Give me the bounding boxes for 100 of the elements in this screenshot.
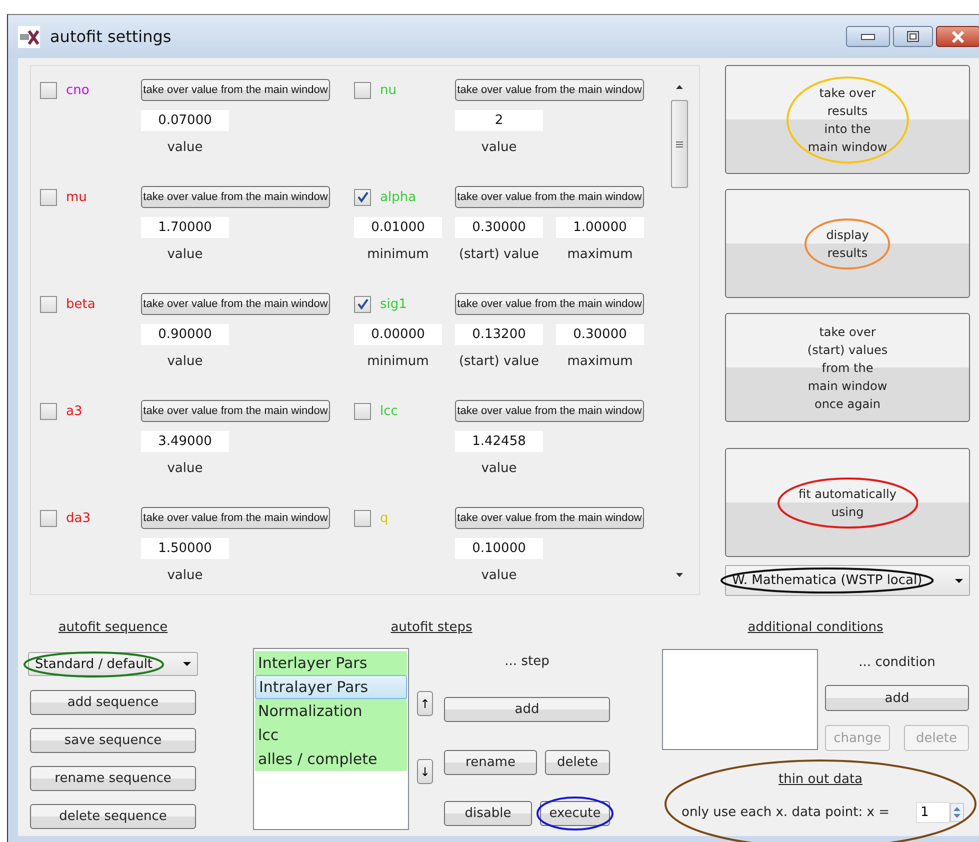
value-field[interactable]: 0.90000: [141, 324, 229, 345]
checkbox[interactable]: [354, 188, 371, 206]
take-over-button[interactable]: take over value from the main window: [141, 293, 330, 315]
checkbox[interactable]: [40, 82, 57, 98]
caption: ... step: [504, 653, 550, 671]
parameter-name: mu: [66, 190, 87, 204]
section-heading: autofit sequence: [57, 619, 169, 637]
maximize-icon: [907, 31, 919, 42]
take-over-button[interactable]: take over value from the main window: [141, 186, 330, 208]
dropdown-arrow-icon: [955, 578, 963, 582]
section-heading: additional conditions: [746, 619, 884, 637]
field-label: value: [480, 140, 518, 155]
take-over-button[interactable]: take over value from the main window: [141, 507, 330, 529]
sequence-button[interactable]: delete sequence: [30, 804, 196, 829]
field-label: minimum: [366, 247, 430, 262]
step-button[interactable]: execute: [540, 801, 610, 826]
checkmark-icon: [356, 191, 368, 203]
value-field[interactable]: 0.10000: [455, 538, 543, 559]
minimize-icon: [861, 34, 875, 40]
field-label: (start) value: [458, 354, 540, 369]
dropdown-arrow-icon: [183, 662, 191, 666]
number-field[interactable]: 1: [916, 802, 950, 823]
field-label: value: [480, 568, 518, 583]
step-button[interactable]: delete: [545, 750, 610, 775]
close-icon: [951, 30, 965, 42]
parameter-name: nu: [380, 82, 396, 98]
value-field[interactable]: 1.00000: [556, 217, 644, 238]
field-label: maximum: [566, 354, 634, 369]
field-label: value: [166, 568, 204, 583]
move-down-button[interactable]: ↓: [417, 759, 433, 784]
action-button[interactable]: fit automatically using: [725, 448, 970, 557]
list-item[interactable]: Interlayer Pars: [255, 651, 407, 675]
field-label: value: [480, 461, 518, 476]
app-icon: [18, 26, 40, 48]
minimize-button[interactable]: [846, 26, 890, 47]
parameter-name: q: [380, 510, 388, 526]
checkmark-icon: [356, 298, 368, 310]
field-label: value: [166, 354, 204, 369]
checkbox[interactable]: [40, 188, 57, 206]
condition-button[interactable]: add: [825, 685, 969, 711]
sequence-button[interactable]: save sequence: [30, 728, 196, 753]
value-field[interactable]: 1.50000: [141, 538, 229, 559]
value-field[interactable]: 0.30000: [556, 324, 644, 345]
scroll-up-icon: [676, 85, 682, 89]
take-over-button[interactable]: take over value from the main window: [141, 400, 330, 422]
parameter-name: sig1: [380, 296, 407, 312]
list-item[interactable]: alles / complete: [255, 747, 407, 771]
parameter-name: da3: [66, 510, 90, 526]
step-button[interactable]: disable: [444, 801, 532, 826]
checkbox[interactable]: [354, 402, 371, 420]
take-over-button[interactable]: take over value from the main window: [455, 186, 644, 208]
parameter-name: cno: [66, 82, 90, 98]
parameter-name: alpha: [380, 190, 416, 204]
checkbox[interactable]: [354, 510, 371, 526]
action-button[interactable]: take over (start) values from the main window once again: [725, 313, 970, 422]
value-field[interactable]: 1.42458: [455, 431, 543, 452]
value-field[interactable]: 0.07000: [141, 110, 229, 131]
value-field[interactable]: 0.00000: [354, 324, 442, 345]
checkbox[interactable]: [354, 82, 371, 98]
checkbox[interactable]: [40, 296, 57, 312]
value-field[interactable]: 0.30000: [455, 217, 543, 238]
take-over-button[interactable]: take over value from the main window: [455, 507, 644, 529]
move-up-button[interactable]: ↑: [417, 691, 433, 716]
action-button[interactable]: display results: [725, 189, 970, 298]
take-over-button[interactable]: take over value from the main window: [455, 400, 644, 422]
parameter-name: beta: [66, 296, 96, 312]
spinner-arrows-icon: [950, 803, 964, 822]
list-item[interactable]: Normalization: [255, 699, 407, 723]
value-field[interactable]: 1.70000: [141, 217, 229, 238]
value-field[interactable]: 3.49000: [141, 431, 229, 452]
field-label: value: [166, 461, 204, 476]
maximize-button[interactable]: [893, 26, 933, 47]
scroll-down-icon: [676, 573, 682, 577]
close-button[interactable]: [936, 26, 979, 47]
checkbox[interactable]: [40, 402, 57, 420]
parameter-name: a3: [66, 404, 82, 418]
field-label: only use each x. data point: x =: [681, 805, 890, 820]
value-field[interactable]: 0.01000: [354, 217, 442, 238]
step-button[interactable]: rename: [444, 750, 537, 775]
sequence-button[interactable]: rename sequence: [30, 766, 196, 791]
value-field[interactable]: 0.13200: [455, 324, 543, 345]
take-over-button[interactable]: take over value from the main window: [455, 293, 644, 315]
caption: ... condition: [858, 654, 936, 672]
field-label: (start) value: [458, 247, 540, 262]
action-button[interactable]: take over results into the main window: [725, 65, 970, 174]
sequence-button[interactable]: add sequence: [30, 690, 196, 715]
field-label: minimum: [366, 354, 430, 369]
take-over-button[interactable]: take over value from the main window: [455, 79, 644, 101]
checkbox[interactable]: [40, 510, 57, 526]
section-heading: thin out data: [778, 771, 863, 789]
checkbox[interactable]: [354, 296, 371, 312]
grip-icon: [676, 140, 683, 148]
scroll-thumb[interactable]: [671, 100, 688, 188]
field-label: value: [166, 247, 204, 262]
list-item[interactable]: Intralayer Pars: [255, 675, 407, 699]
take-over-button[interactable]: take over value from the main window: [141, 79, 330, 101]
value-field[interactable]: 2: [455, 110, 543, 131]
step-button[interactable]: add: [444, 697, 610, 722]
window-title: autofit settings: [50, 27, 172, 46]
list-item[interactable]: lcc: [255, 723, 407, 747]
